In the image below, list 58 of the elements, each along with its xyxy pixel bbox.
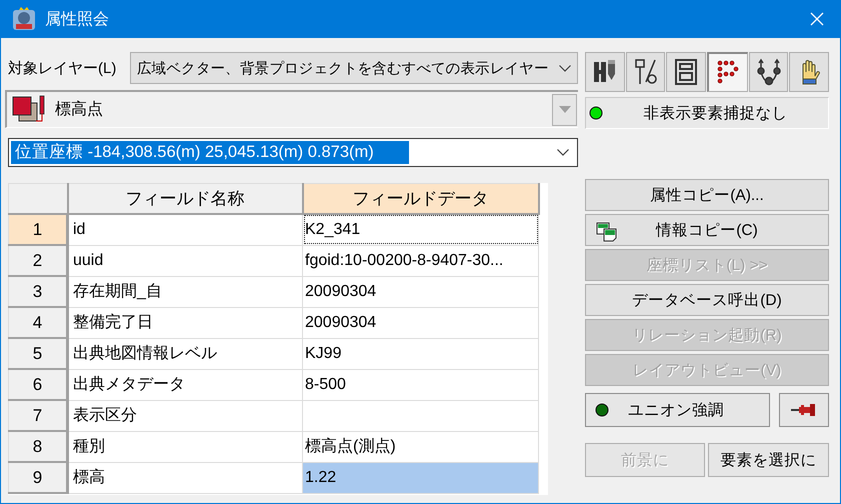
- table-cell[interactable]: 8-500: [302, 369, 538, 400]
- table-cell[interactable]: 1.22: [302, 462, 538, 493]
- coordinate-dropdown[interactable]: 位置座標 -184,308.56(m) 25,045.13(m) 0.873(m): [8, 138, 578, 167]
- action-button[interactable]: 情報コピー(C): [585, 214, 829, 246]
- row-header[interactable]: 7: [8, 400, 68, 431]
- action-button[interactable]: データベース呼出(D): [585, 284, 829, 316]
- frame-icon: [673, 58, 700, 86]
- table-cell[interactable]: [302, 400, 538, 431]
- field-label: 対象レイヤー(L): [8, 58, 118, 78]
- table-cell: id: [68, 214, 302, 245]
- row-header[interactable]: 5: [8, 338, 68, 369]
- node-graph-icon: [756, 58, 782, 86]
- copy-icon: [596, 222, 618, 242]
- row-header[interactable]: 3: [8, 276, 68, 307]
- tool-button[interactable]: [626, 52, 666, 92]
- row-header[interactable]: 2: [8, 245, 68, 276]
- table-cell[interactable]: KJ99: [302, 338, 538, 369]
- tool-button[interactable]: [666, 52, 706, 92]
- triangle-icon: [558, 106, 570, 113]
- row-header[interactable]: 1: [8, 214, 68, 245]
- table-cell: 種別: [68, 431, 302, 462]
- caret-icon: [559, 64, 571, 72]
- table-cell: 標高: [68, 462, 302, 493]
- action-button[interactable]: 要素を選択に: [708, 443, 829, 477]
- table-cell: 表示区分: [68, 400, 302, 431]
- table-cell: 存在期間_自: [68, 276, 302, 307]
- row-header[interactable]: 9: [8, 462, 68, 493]
- table-cell: 出典地図情報レベル: [68, 338, 302, 369]
- tool-button[interactable]: [789, 52, 830, 92]
- table-cell: 出典メタデータ: [68, 369, 302, 400]
- column-header[interactable]: フィールド名称: [68, 184, 302, 214]
- action-button[interactable]: 属性コピー(A)...: [585, 179, 829, 211]
- layer-dropdown[interactable]: 広域ベクター、背景プロジェクトを含むすべての表示レイヤー: [130, 52, 578, 84]
- close-icon: [810, 12, 824, 26]
- window-title: 属性照会: [45, 10, 110, 30]
- table-cell: 整備完了日: [68, 307, 302, 338]
- row-header[interactable]: 6: [8, 369, 68, 400]
- column-header[interactable]: フィールドデータ: [302, 184, 538, 214]
- status-indicator: 非表示要素捕捉なし: [585, 97, 829, 129]
- tool-button[interactable]: [585, 52, 625, 92]
- table-cell[interactable]: fgoid:10-00200-8-9407-30...: [302, 245, 538, 276]
- table-cell[interactable]: K2_341: [302, 214, 538, 245]
- pin-button[interactable]: [779, 393, 829, 427]
- table-cell[interactable]: 20090304: [302, 307, 538, 338]
- dot-grid-icon: [714, 58, 741, 86]
- tool-button[interactable]: [748, 52, 788, 92]
- tool-button[interactable]: [707, 52, 748, 92]
- table-cell[interactable]: 標高点(測点): [302, 431, 538, 462]
- app-icon: [11, 6, 37, 32]
- row-header[interactable]: 8: [8, 431, 68, 462]
- probe-icon: [632, 58, 658, 86]
- layer-name: 標高点: [55, 100, 104, 120]
- row-header[interactable]: 4: [8, 307, 68, 338]
- table-cell: uuid: [68, 245, 302, 276]
- corner-cell: [8, 184, 68, 214]
- table-cell[interactable]: 20090304: [302, 276, 538, 307]
- union-highlight-button[interactable]: ユニオン強調: [585, 393, 770, 427]
- caret-icon: [557, 149, 569, 156]
